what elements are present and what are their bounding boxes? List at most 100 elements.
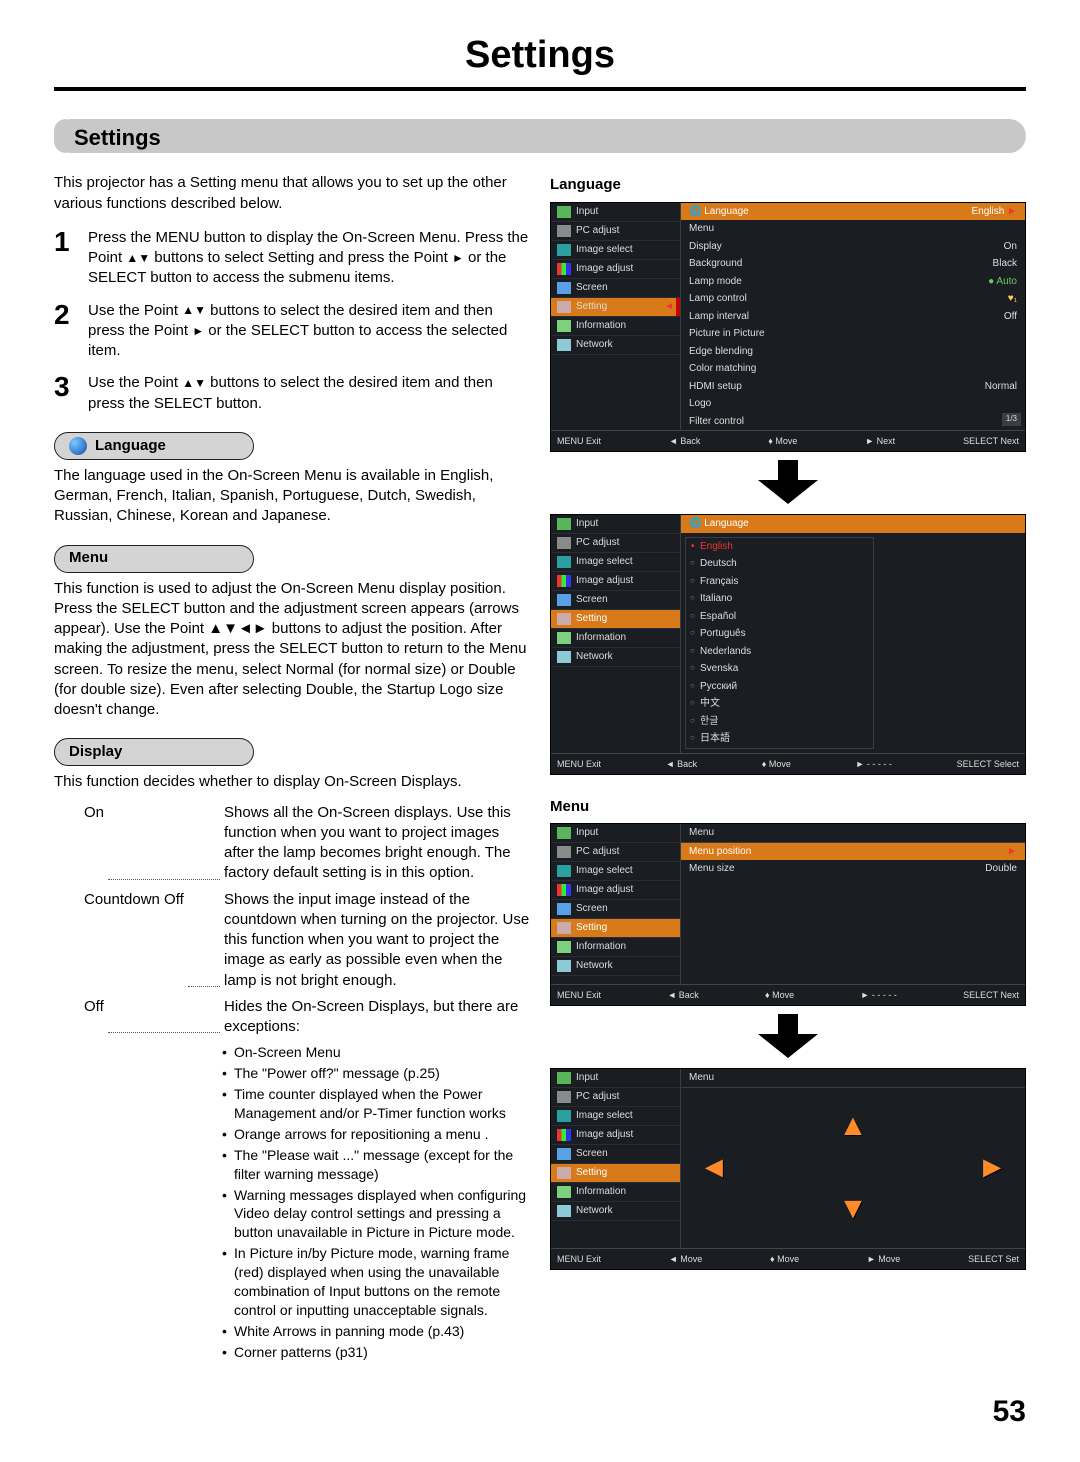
image-adjust-icon [557, 1129, 571, 1141]
osd-row[interactable]: Color matching [681, 360, 1025, 378]
display-intro: This function decides whether to display… [54, 772, 530, 792]
exceptions-list: On-Screen Menu The "Power off?" message … [222, 1043, 530, 1361]
list-item: Orange arrows for repositioning a menu . [222, 1125, 530, 1144]
osd-sidebar: Input PC adjust Image select Image adjus… [551, 1069, 681, 1248]
sidebar-item-pc-adjust[interactable]: PC adjust [551, 222, 680, 241]
list-item: In Picture in/by Picture mode, warning f… [222, 1244, 530, 1320]
osd-row[interactable]: BackgroundBlack [681, 255, 1025, 273]
left-column: This projector has a Setting menu that a… [54, 173, 530, 1363]
lang-option[interactable]: Nederlands [686, 643, 873, 661]
lang-option[interactable]: Svenska [686, 660, 873, 678]
osd-row[interactable]: Lamp control♥₁ [681, 290, 1025, 308]
sidebar-item-network[interactable]: Network [551, 957, 680, 976]
osd-row[interactable]: Menu [681, 220, 1025, 238]
right-arrow-icon: ► [1007, 206, 1017, 217]
sidebar-item-image-adjust[interactable]: Image adjust [551, 881, 680, 900]
osd-title-row: 🌐 Language [681, 515, 1025, 533]
osd-row[interactable]: Picture in Picture [681, 325, 1025, 343]
sidebar-item-setting[interactable]: Setting◄ [551, 298, 680, 317]
sidebar-item-image-select[interactable]: Image select [551, 553, 680, 572]
sidebar-item-image-adjust[interactable]: Image adjust [551, 260, 680, 279]
sidebar-item-information[interactable]: Information [551, 317, 680, 336]
info-icon [557, 632, 571, 644]
osd-row-menu-position[interactable]: Menu position► [681, 843, 1025, 861]
sidebar-item-setting[interactable]: Setting [551, 919, 680, 938]
sidebar-item-image-select[interactable]: Image select [551, 862, 680, 881]
sidebar-item-pc-adjust[interactable]: PC adjust [551, 1088, 680, 1107]
sidebar-item-information[interactable]: Information [551, 938, 680, 957]
osd-row-language[interactable]: 🌐 LanguageEnglish ► [681, 203, 1025, 221]
osd-footer: MENU Exit ◄ Back ♦ Move ► Next SELECT Ne… [551, 430, 1025, 451]
lang-option-english[interactable]: English [686, 538, 873, 556]
sidebar-item-screen[interactable]: Screen [551, 1145, 680, 1164]
right-heading-language: Language [550, 175, 1026, 195]
left-arrow-icon[interactable]: ◄ [699, 1147, 729, 1188]
pc-icon [557, 537, 571, 549]
list-item: Time counter displayed when the Power Ma… [222, 1085, 530, 1123]
sidebar-item-pc-adjust[interactable]: PC adjust [551, 534, 680, 553]
sidebar-item-screen[interactable]: Screen [551, 900, 680, 919]
up-arrow-icon[interactable]: ▲ [838, 1106, 868, 1147]
osd-language-list: Input PC adjust Image select Image adjus… [550, 514, 1026, 775]
osd-sidebar: Input PC adjust Image select Image adjus… [551, 515, 681, 753]
step-text: Use the Point ▲▼ buttons to select the d… [88, 373, 530, 414]
selected-arrow-icon: ◄ [664, 300, 674, 314]
lang-option[interactable]: 日本語 [686, 730, 873, 748]
image-select-icon [557, 244, 571, 256]
input-icon [557, 1072, 571, 1084]
lang-option[interactable]: 中文 [686, 695, 873, 713]
osd-row[interactable]: Lamp intervalOff [681, 308, 1025, 326]
network-icon [557, 339, 571, 351]
lang-option[interactable]: Italiano [686, 590, 873, 608]
lang-option[interactable]: Español [686, 608, 873, 626]
sidebar-item-input[interactable]: Input [551, 203, 680, 222]
osd-row[interactable]: DisplayOn [681, 238, 1025, 256]
sidebar-item-network[interactable]: Network [551, 1202, 680, 1221]
sidebar-item-input[interactable]: Input [551, 824, 680, 843]
step-text: Use the Point ▲▼ buttons to select the d… [88, 301, 530, 362]
image-adjust-icon [557, 575, 571, 587]
sidebar-item-input[interactable]: Input [551, 1069, 680, 1088]
osd-footer: MENU Exit ◄ Back ♦ Move ► - - - - - SELE… [551, 984, 1025, 1005]
sidebar-item-image-select[interactable]: Image select [551, 241, 680, 260]
sidebar-item-network[interactable]: Network [551, 336, 680, 355]
sidebar-item-screen[interactable]: Screen [551, 591, 680, 610]
osd-row[interactable]: Filter control [681, 413, 1025, 431]
osd-footer: MENU Exit ◄ Back ♦ Move ► - - - - - SELE… [551, 753, 1025, 774]
sidebar-item-information[interactable]: Information [551, 1183, 680, 1202]
sidebar-item-image-adjust[interactable]: Image adjust [551, 572, 680, 591]
osd-row[interactable]: Lamp mode● Auto [681, 273, 1025, 291]
sidebar-item-image-select[interactable]: Image select [551, 1107, 680, 1126]
sidebar-item-setting[interactable]: Setting [551, 1164, 680, 1183]
step-number: 3 [54, 373, 88, 414]
section-header-text: Settings [74, 123, 161, 153]
lang-option[interactable]: Deutsch [686, 555, 873, 573]
right-heading-menu: Menu [550, 797, 1026, 817]
sidebar-item-screen[interactable]: Screen [551, 279, 680, 298]
image-adjust-icon [557, 884, 571, 896]
lang-option[interactable]: Français [686, 573, 873, 591]
right-arrow-icon[interactable]: ► [977, 1147, 1007, 1188]
section-header: Settings [54, 119, 1026, 153]
sidebar-item-input[interactable]: Input [551, 515, 680, 534]
osd-row[interactable]: HDMI setupNormal [681, 378, 1025, 396]
list-item: Corner patterns (p31) [222, 1343, 530, 1362]
display-item-countdown-off: Countdown Off Shows the input image inst… [84, 890, 530, 991]
sidebar-item-network[interactable]: Network [551, 648, 680, 667]
lang-option[interactable]: Português [686, 625, 873, 643]
rule [54, 87, 1026, 91]
sidebar-item-image-adjust[interactable]: Image adjust [551, 1126, 680, 1145]
lang-option[interactable]: Русский [686, 678, 873, 696]
osd-row-menu-size[interactable]: Menu sizeDouble [681, 860, 1025, 878]
lang-option[interactable]: 한글 [686, 713, 873, 731]
language-pill: Language [54, 432, 254, 460]
sidebar-item-pc-adjust[interactable]: PC adjust [551, 843, 680, 862]
down-arrow-icon[interactable]: ▼ [838, 1189, 868, 1230]
lamp-icon: ♥₁ [1008, 292, 1017, 306]
sidebar-item-setting[interactable]: Setting [551, 610, 680, 629]
sidebar-item-information[interactable]: Information [551, 629, 680, 648]
network-icon [557, 1205, 571, 1217]
osd-row[interactable]: Edge blending [681, 343, 1025, 361]
display-pill-label: Display [69, 742, 122, 762]
osd-row[interactable]: Logo [681, 395, 1025, 413]
